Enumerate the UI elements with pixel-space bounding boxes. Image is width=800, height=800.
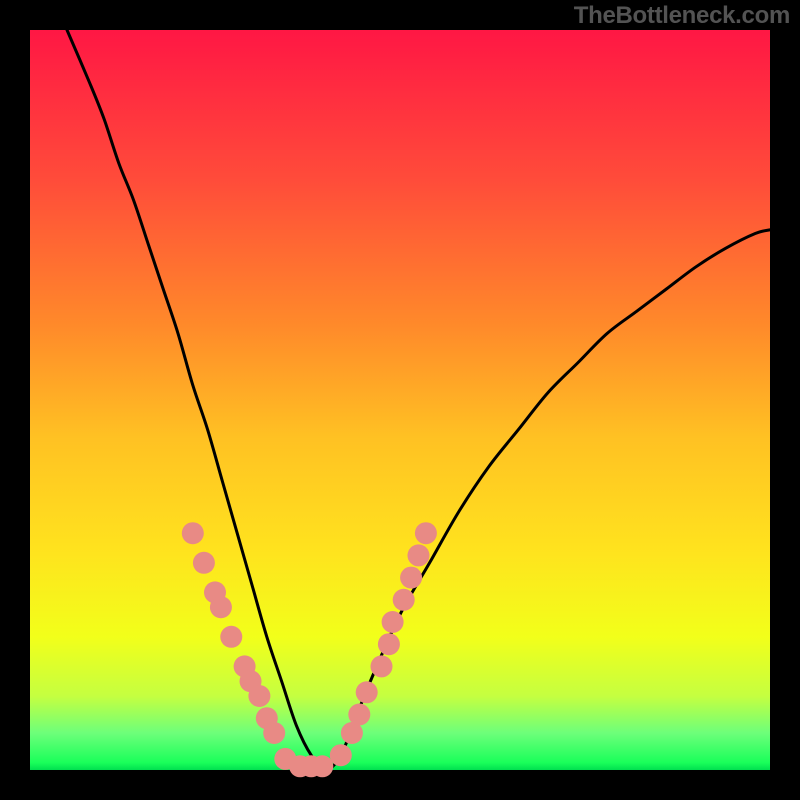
data-point-marker — [263, 722, 285, 744]
bottleneck-curve — [67, 30, 770, 770]
data-point-marker — [220, 626, 242, 648]
chart-container: TheBottleneck.com — [0, 0, 800, 800]
data-point-marker — [400, 567, 422, 589]
data-point-marker — [193, 552, 215, 574]
data-point-marker — [348, 704, 370, 726]
data-point-marker — [378, 633, 400, 655]
watermark-text: TheBottleneck.com — [574, 2, 790, 30]
plot-area — [30, 30, 770, 770]
data-point-marker — [415, 522, 437, 544]
data-point-marker — [356, 681, 378, 703]
data-point-marker — [210, 596, 232, 618]
data-point-marker — [182, 522, 204, 544]
data-point-marker — [371, 655, 393, 677]
data-point-marker — [408, 544, 430, 566]
data-point-marker — [248, 685, 270, 707]
data-point-marker — [311, 755, 333, 777]
data-point-marker — [330, 744, 352, 766]
data-point-marker — [393, 589, 415, 611]
data-markers — [182, 522, 437, 777]
curve-layer — [30, 30, 770, 770]
data-point-marker — [382, 611, 404, 633]
